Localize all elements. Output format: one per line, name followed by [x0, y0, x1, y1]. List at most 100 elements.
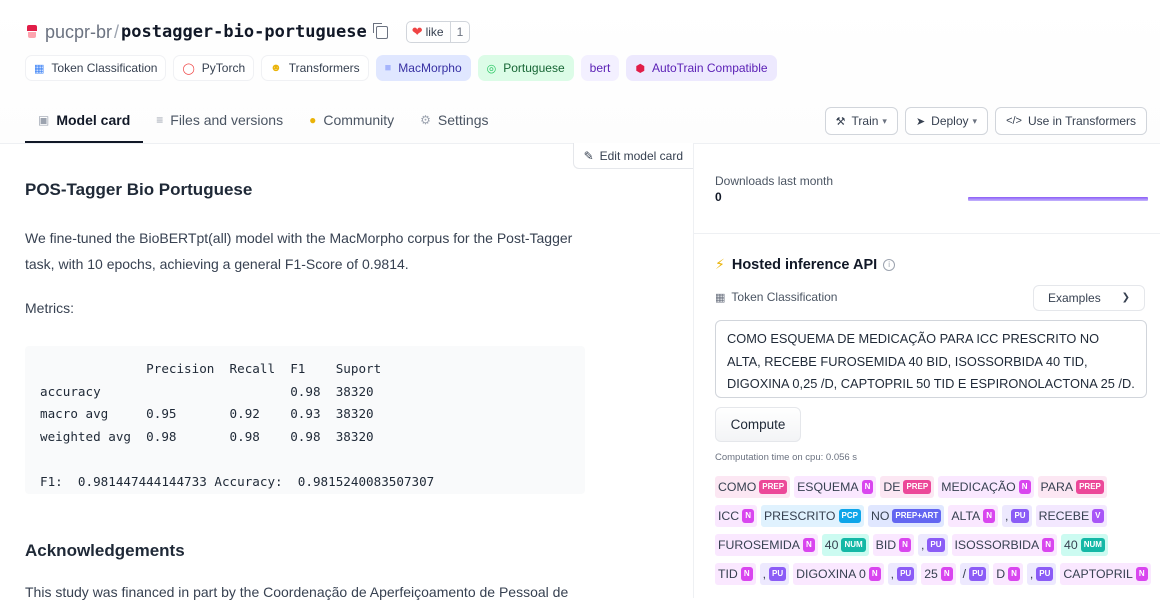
task-text: Token Classification: [731, 290, 838, 304]
token-text: RECEBE: [1038, 509, 1090, 523]
token-text: COMO: [718, 480, 757, 494]
tag-label: bert: [589, 61, 611, 75]
token: NO PREP+ART: [867, 505, 945, 527]
tab-community[interactable]: ● Community: [296, 99, 407, 141]
metrics-label: Metrics:: [25, 300, 74, 316]
token-text: ,: [1005, 509, 1009, 523]
edit-model-card-button[interactable]: ✎ Edit model card: [572, 143, 693, 169]
token: TID N: [715, 563, 756, 585]
pytorch-icon: ◯: [182, 62, 195, 75]
copy-icon[interactable]: [372, 22, 388, 39]
like-count[interactable]: 1: [449, 22, 470, 42]
edit-label: Edit model card: [599, 148, 683, 163]
token-text: NO: [870, 509, 890, 523]
model-header: pucpr-br / postagger-bio-portuguese ❤ li…: [0, 0, 1160, 144]
compute-button[interactable]: Compute: [715, 407, 801, 442]
token-tag: N: [983, 509, 996, 523]
like-button[interactable]: ❤ like 1: [405, 21, 471, 43]
tag-token-classification[interactable]: ▦ Token Classification: [25, 55, 167, 81]
token: , PU: [1026, 563, 1057, 585]
token-text: ,: [1029, 567, 1034, 581]
chevron-down-icon: ❯: [1121, 292, 1130, 303]
train-button[interactable]: ⚒ Train ▾: [824, 107, 898, 135]
tag-label: Portuguese: [503, 61, 565, 75]
org-link[interactable]: pucpr-br: [45, 22, 112, 43]
computation-time: Computation time on cpu: 0.056 s: [715, 452, 858, 463]
token-tag: N: [802, 538, 815, 552]
token-tag: PREP+ART: [892, 509, 942, 523]
use-in-transformers-button[interactable]: </> Use in Transformers: [995, 107, 1147, 135]
intro-line: We fine-tuned the BioBERTpt(all) model w…: [25, 230, 573, 246]
chevron-down-icon: ▾: [882, 115, 887, 126]
token-text: PRESCRITO: [763, 509, 836, 523]
downloads-value: 0: [715, 190, 722, 204]
token-tag: PCP: [838, 509, 861, 523]
tab-label: Model card: [56, 112, 131, 128]
token-tag: PREP: [759, 480, 788, 494]
send-icon: ➤: [915, 115, 926, 128]
tag-transformers[interactable]: ☻ Transformers: [261, 55, 369, 81]
token-output: COMO PREP ESQUEMA N DE PREP MEDICAÇÃO N PARA…: [715, 475, 1155, 591]
token: 40 NUM: [821, 534, 869, 556]
tab-settings[interactable]: ⚙ Settings: [407, 99, 501, 141]
sidebar-divider: [694, 233, 1160, 234]
downloads-label: Downloads last month: [715, 174, 834, 188]
api-title-text: Hosted inference API: [731, 256, 878, 273]
token-tag: N: [740, 567, 753, 581]
deploy-label: Deploy: [931, 114, 969, 128]
token-tag: N: [1135, 567, 1148, 581]
token: , PU: [759, 563, 790, 585]
examples-dropdown[interactable]: Examples ❯: [1033, 285, 1145, 311]
intro-line: task, with 10 epochs, achieving a genera…: [25, 256, 409, 272]
model-card: ✎ Edit model card POS-Tagger Bio Portugue…: [0, 143, 694, 600]
token: ALTA N: [948, 505, 999, 527]
info-icon[interactable]: i: [883, 258, 896, 271]
train-label: Train: [851, 114, 879, 128]
model-name[interactable]: postagger-bio-portuguese: [121, 22, 367, 42]
token-tag: PU: [969, 567, 987, 581]
token-tag: N: [899, 538, 911, 552]
title-separator: /: [114, 21, 120, 42]
tag-autotrain[interactable]: ⬢ AutoTrain Compatible: [626, 55, 777, 81]
token: DE PREP: [880, 476, 935, 498]
token: , PU: [887, 563, 918, 585]
token: DIGOXINA 0N: [793, 563, 884, 585]
tab-label: Files and versions: [170, 112, 284, 128]
autotrain-icon: ⬢: [635, 62, 645, 75]
token-text: 40: [1064, 538, 1078, 552]
tab-files-and-versions[interactable]: ≡ Files and versions: [143, 99, 296, 141]
token-tag: N: [1042, 538, 1055, 552]
token: FUROSEMIDA N: [715, 534, 818, 556]
token: ESQUEMA N: [794, 476, 877, 498]
token-classification-icon: ▦: [715, 291, 726, 304]
token-text: PARA: [1040, 480, 1074, 494]
tag-portuguese[interactable]: ◎ Portuguese: [477, 55, 574, 81]
token: , PU: [917, 534, 948, 556]
tab-model-card[interactable]: ▣ Model card: [25, 99, 144, 143]
tag-label: Token Classification: [51, 61, 158, 75]
task-label: ▦ Token Classification: [715, 290, 837, 304]
token: 25 N: [921, 563, 956, 585]
token-text: DE: [883, 480, 901, 494]
inference-input[interactable]: COMO ESQUEMA DE MEDICAÇÃO PARA ICC PRESC…: [715, 320, 1147, 398]
token-tag: N: [742, 509, 754, 523]
token: COMO PREP: [715, 476, 791, 498]
tag-pytorch[interactable]: ◯ PyTorch: [173, 55, 255, 81]
token-text: ISOSSORBIDA: [954, 538, 1040, 552]
files-icon: ≡: [156, 113, 164, 127]
token-tag: PU: [769, 567, 787, 581]
org-logo-icon: [25, 24, 39, 40]
tag-bert[interactable]: bert: [580, 55, 620, 81]
tab-label: Settings: [437, 112, 489, 128]
community-icon: ●: [309, 113, 317, 127]
token-text: DIGOXINA 0: [796, 567, 866, 581]
token-text: /: [962, 567, 967, 581]
token-text: FUROSEMIDA: [718, 538, 800, 552]
deploy-button[interactable]: ➤ Deploy ▾: [904, 107, 989, 135]
token-text: CAPTOPRIL: [1063, 567, 1133, 581]
token: CAPTOPRIL N: [1060, 563, 1151, 585]
token-tag: PU: [1011, 509, 1029, 523]
globe-icon: ◎: [486, 62, 497, 75]
tag-macmorpho[interactable]: ■ MacMorpho: [375, 55, 471, 81]
token-text: ,: [762, 567, 767, 581]
